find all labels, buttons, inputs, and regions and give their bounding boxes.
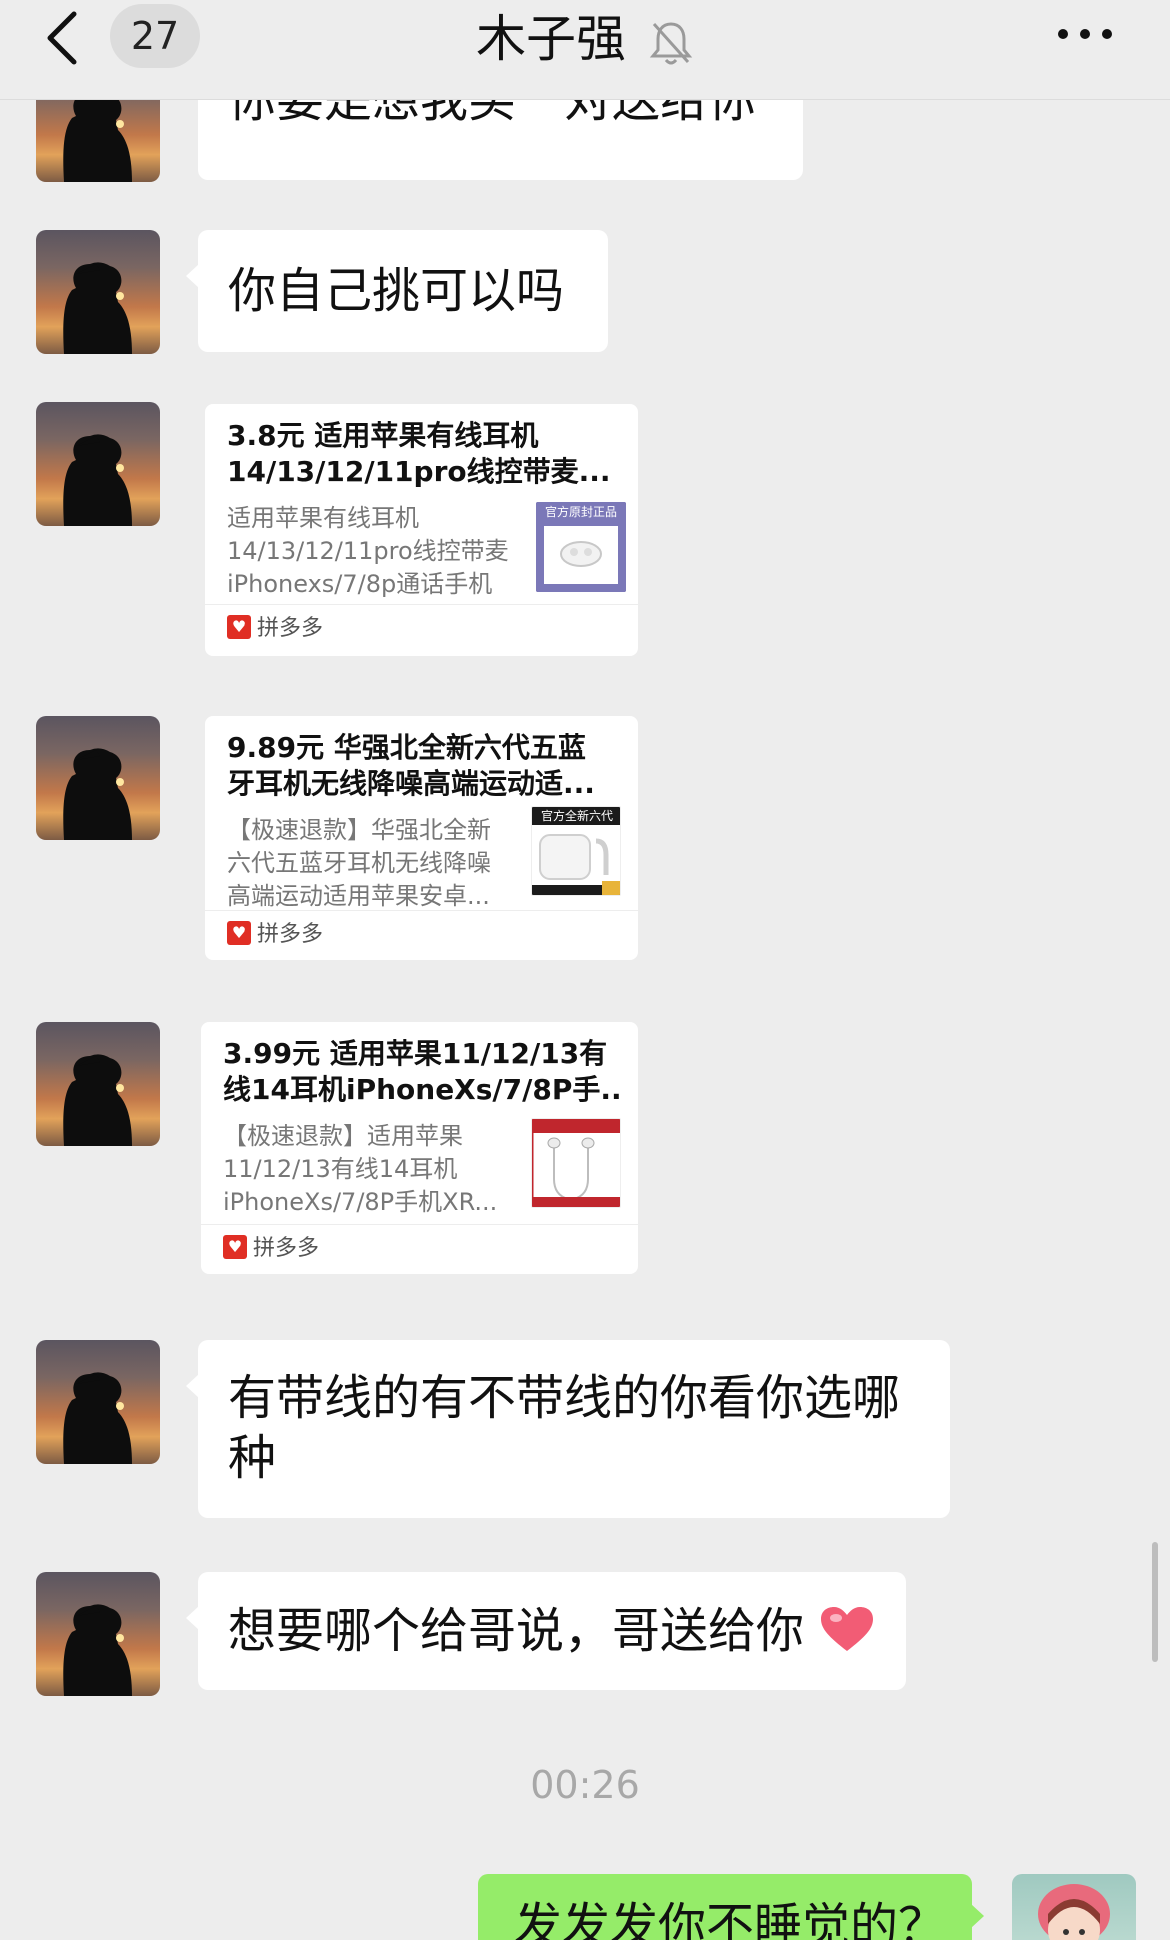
card-title: 3.8元 适用苹果有线耳机 14/13/12/11pro线控带麦...	[227, 418, 617, 490]
card-title-line: 3.99元 适用苹果11/12/13有	[223, 1037, 608, 1070]
card-desc-line: 适用苹果有线耳机	[227, 504, 419, 532]
card-title: 3.99元 适用苹果11/12/13有 线14耳机iPhoneXs/7/8P手.…	[223, 1036, 623, 1108]
card-title-line: 线14耳机iPhoneXs/7/8P手...	[223, 1073, 623, 1106]
product-thumbnail	[531, 1118, 621, 1208]
card-title-line: 14/13/12/11pro线控带麦...	[227, 455, 611, 488]
card-desc-line: 【极速退款】适用苹果	[223, 1122, 463, 1150]
message-text: 发发发你不睡觉的？	[514, 1898, 947, 1940]
contact-avatar[interactable]	[36, 1572, 160, 1696]
scrollbar-thumb[interactable]	[1152, 1542, 1158, 1662]
message-text-line: 种	[228, 1430, 277, 1486]
sent-message-bubble[interactable]: 发发发你不睡觉的？	[478, 1874, 984, 1940]
product-link-card[interactable]: 9.89元 华强北全新六代五蓝 牙耳机无线降噪高端运动适... 【极速退款】华强…	[205, 716, 638, 960]
product-thumbnail: 官方原封正品	[536, 502, 626, 592]
card-description: 【极速退款】华强北全新 六代五蓝牙耳机无线降噪 高端运动适用苹果安卓...	[227, 814, 517, 913]
message-bubble[interactable]: 想要哪个给哥说，哥送给你	[186, 1572, 906, 1690]
pinduoduo-icon: ♥	[227, 921, 251, 945]
contact-avatar[interactable]	[36, 1340, 160, 1464]
card-description: 【极速退款】适用苹果 11/12/13有线14耳机 iPhoneXs/7/8P手…	[223, 1120, 523, 1219]
heart-emoji-icon	[821, 1607, 874, 1651]
self-avatar[interactable]	[1012, 1874, 1136, 1940]
card-source: ♥ 拼多多	[201, 1224, 638, 1274]
thumbnail-caption: 官方原封正品	[544, 505, 617, 519]
card-source-label: 拼多多	[253, 1236, 320, 1261]
bell-muted-icon	[649, 21, 693, 64]
contact-avatar[interactable]	[36, 1022, 160, 1146]
more-options-button[interactable]	[1055, 14, 1115, 54]
card-desc-line: 11/12/13有线14耳机	[223, 1155, 458, 1183]
message-text-line: 有带线的有不带线的你看你选哪	[228, 1370, 901, 1426]
message-bubble[interactable]: 有带线的有不带线的你看你选哪 种	[186, 1340, 950, 1518]
card-desc-line: iPhonexs/7/8p通话手机	[227, 570, 493, 598]
message-timestamp: 00:26	[530, 1763, 640, 1807]
card-desc-line: 六代五蓝牙耳机无线降噪	[227, 849, 491, 877]
chat-header: 27 木子强	[0, 0, 1170, 100]
chat-title-area: 木子强	[0, 4, 1170, 74]
message-text: 想要哪个给哥说，哥送给你	[228, 1601, 875, 1661]
pinduoduo-icon: ♥	[227, 615, 251, 639]
card-description: 适用苹果有线耳机 14/13/12/11pro线控带麦 iPhonexs/7/8…	[227, 502, 517, 601]
contact-avatar[interactable]	[36, 402, 160, 526]
chat-screen: 27 木子强 你要是想我买一对送给你 你自己挑可以吗 3.8元 适用苹果有线耳机…	[0, 0, 1170, 1940]
thumbnail-caption: 官方全新六代	[540, 809, 613, 823]
card-source-label: 拼多多	[257, 616, 324, 641]
card-source: ♥ 拼多多	[205, 910, 638, 960]
pinduoduo-icon: ♥	[223, 1235, 247, 1259]
message-text: 你自己挑可以吗	[228, 263, 565, 319]
contact-avatar[interactable]	[36, 716, 160, 840]
message-text-content: 想要哪个给哥说，哥送给你	[228, 1603, 805, 1659]
product-thumbnail: 官方全新六代	[531, 806, 621, 896]
card-title-line: 牙耳机无线降噪高端运动适...	[227, 767, 595, 800]
card-title-line: 3.8元 适用苹果有线耳机	[227, 419, 539, 452]
card-title: 9.89元 华强北全新六代五蓝 牙耳机无线降噪高端运动适...	[227, 730, 617, 802]
card-desc-line: 14/13/12/11pro线控带麦	[227, 537, 509, 565]
product-link-card[interactable]: 3.8元 适用苹果有线耳机 14/13/12/11pro线控带麦... 适用苹果…	[205, 404, 638, 656]
card-source-label: 拼多多	[257, 922, 324, 947]
card-title-line: 9.89元 华强北全新六代五蓝	[227, 731, 586, 764]
card-desc-line: iPhoneXs/7/8P手机XR...	[223, 1188, 498, 1216]
card-desc-line: 【极速退款】华强北全新	[227, 816, 491, 844]
message-bubble[interactable]: 你自己挑可以吗	[186, 230, 608, 352]
card-source: ♥ 拼多多	[205, 604, 638, 654]
product-link-card[interactable]: 3.99元 适用苹果11/12/13有 线14耳机iPhoneXs/7/8P手.…	[201, 1022, 638, 1274]
chat-title: 木子强	[476, 10, 627, 68]
contact-avatar[interactable]	[36, 230, 160, 354]
card-desc-line: 高端运动适用苹果安卓...	[227, 882, 490, 910]
more-dots-icon	[1058, 29, 1112, 39]
